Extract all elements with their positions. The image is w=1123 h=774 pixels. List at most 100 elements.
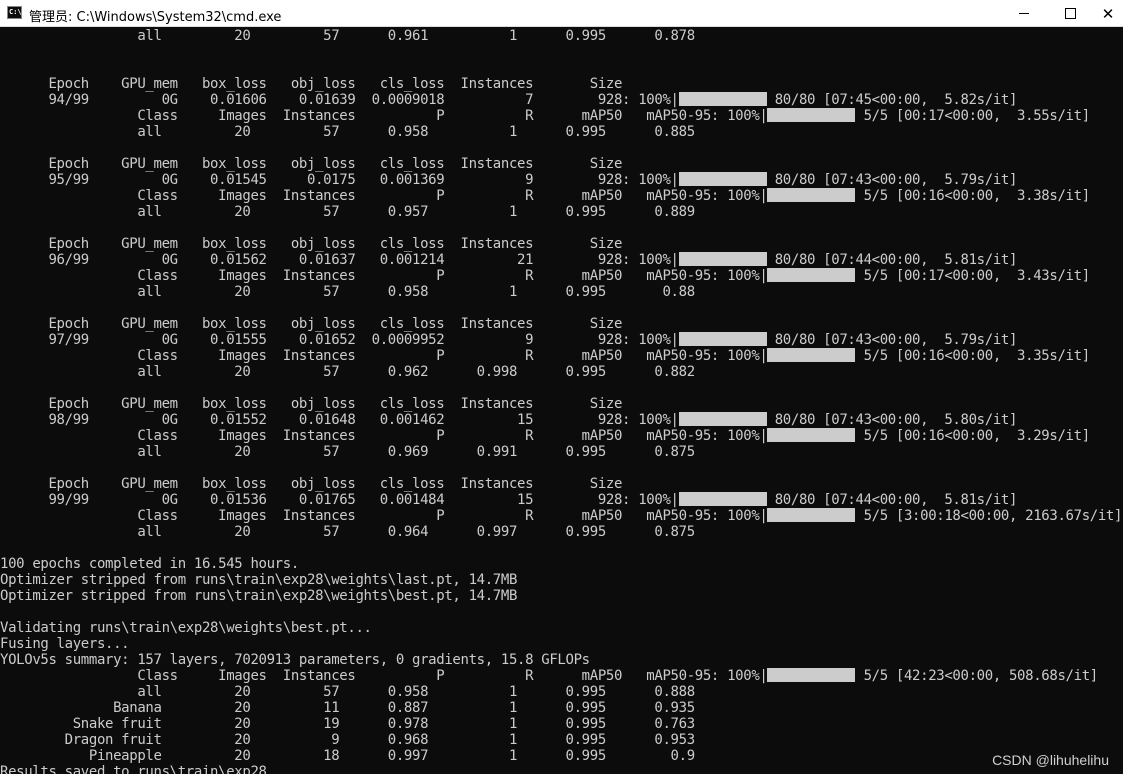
console-line: Validating runs\train\exp28\weights\best…: [0, 620, 372, 636]
progress-stats: 80/80 [07:44<00:00, 5.81s/it]: [766, 492, 1018, 508]
console-line: Banana 20 11 0.887 1 0.995 0.935: [0, 700, 695, 716]
minimize-icon: [1019, 13, 1029, 14]
console-text: all 20 57 0.958 1 0.995 0.885: [0, 124, 695, 140]
maximize-button[interactable]: [1047, 0, 1093, 27]
console-text: all 20 57 0.957 1 0.995 0.889: [0, 204, 695, 220]
progress-bar: [767, 188, 856, 202]
console-line: Epoch GPU_mem box_loss obj_loss cls_loss…: [0, 156, 622, 172]
console-line: Epoch GPU_mem box_loss obj_loss cls_loss…: [0, 236, 622, 252]
console-line: Epoch GPU_mem box_loss obj_loss cls_loss…: [0, 476, 622, 492]
console-text: Class Images Instances P R mAP50 mAP50-9…: [0, 188, 768, 204]
progress-bar: [678, 92, 767, 106]
progress-bar: [767, 428, 856, 442]
console-line: 96/99 0G 0.01562 0.01637 0.001214 21 928…: [0, 252, 1017, 268]
console-text: Epoch GPU_mem box_loss obj_loss cls_loss…: [0, 236, 623, 252]
console-line: 95/99 0G 0.01545 0.0175 0.001369 9 928: …: [0, 172, 1017, 188]
console-text: Class Images Instances P R mAP50 mAP50-9…: [0, 108, 768, 124]
console-text: Optimizer stripped from runs\train\exp28…: [0, 588, 518, 604]
progress-stats: 5/5 [00:17<00:00, 3.43s/it]: [855, 268, 1091, 284]
progress-bar: [678, 172, 767, 186]
progress-stats: 5/5 [00:16<00:00, 3.38s/it]: [855, 188, 1091, 204]
console-line: all 20 57 0.958 1 0.995 0.888: [0, 684, 695, 700]
progress-stats: 5/5 [00:17<00:00, 3.55s/it]: [855, 108, 1091, 124]
console-line: all 20 57 0.961 1 0.995 0.878: [0, 28, 695, 44]
progress-stats: 80/80 [07:43<00:00, 5.80s/it]: [766, 412, 1018, 428]
console-line: Epoch GPU_mem box_loss obj_loss cls_loss…: [0, 76, 622, 92]
console-text: all 20 57 0.964 0.997 0.995 0.875: [0, 524, 695, 540]
console-line: Class Images Instances P R mAP50 mAP50-9…: [0, 508, 1122, 524]
console-text: Epoch GPU_mem box_loss obj_loss cls_loss…: [0, 316, 623, 332]
progress-bar: [767, 268, 856, 282]
progress-stats: 5/5 [3:00:18<00:00, 2163.67s/it]: [855, 508, 1123, 524]
console-text: Epoch GPU_mem box_loss obj_loss cls_loss…: [0, 156, 623, 172]
console-text: 100 epochs completed in 16.545 hours.: [0, 556, 299, 572]
console-line: Epoch GPU_mem box_loss obj_loss cls_loss…: [0, 396, 622, 412]
console-text: 94/99 0G 0.01606 0.01639 0.0009018 7 928…: [0, 92, 679, 108]
progress-stats: 80/80 [07:45<00:00, 5.82s/it]: [766, 92, 1018, 108]
console-text: Dragon fruit 20 9 0.968 1 0.995 0.953: [0, 732, 696, 748]
console-line: Optimizer stripped from runs\train\exp28…: [0, 588, 517, 604]
console-text: 95/99 0G 0.01545 0.0175 0.001369 9 928: …: [0, 172, 679, 188]
console-text: Class Images Instances P R mAP50 mAP50-9…: [0, 348, 768, 364]
console-text: Optimizer stripped from runs\train\exp28…: [0, 572, 518, 588]
console-line: all 20 57 0.962 0.998 0.995 0.882: [0, 364, 695, 380]
window-title: 管理员: C:\Windows\System32\cmd.exe: [29, 10, 282, 25]
progress-stats: 5/5 [00:16<00:00, 3.29s/it]: [855, 428, 1091, 444]
close-button[interactable]: ✕: [1093, 0, 1123, 27]
console-line: Snake fruit 20 19 0.978 1 0.995 0.763: [0, 716, 695, 732]
console-text: 99/99 0G 0.01536 0.01765 0.001484 15 928…: [0, 492, 679, 508]
console-text: all 20 57 0.962 0.998 0.995 0.882: [0, 364, 695, 380]
console-line: Class Images Instances P R mAP50 mAP50-9…: [0, 108, 1090, 124]
console-line: YOLOv5s summary: 157 layers, 7020913 par…: [0, 652, 590, 668]
console-line: 98/99 0G 0.01552 0.01648 0.001462 15 928…: [0, 412, 1017, 428]
progress-stats: 80/80 [07:43<00:00, 5.79s/it]: [766, 332, 1018, 348]
console-output[interactable]: all 20 57 0.961 1 0.995 0.878 Epoch GPU_…: [0, 27, 1123, 774]
progress-bar: [678, 252, 767, 266]
console-text: Results saved to runs\train\exp28: [0, 764, 267, 774]
console-line: all 20 57 0.957 1 0.995 0.889: [0, 204, 695, 220]
console-line: Class Images Instances P R mAP50 mAP50-9…: [0, 188, 1090, 204]
progress-stats: 5/5 [00:16<00:00, 3.35s/it]: [855, 348, 1091, 364]
console-line: Optimizer stripped from runs\train\exp28…: [0, 572, 517, 588]
progress-stats: 80/80 [07:43<00:00, 5.79s/it]: [766, 172, 1018, 188]
console-text: Class Images Instances P R mAP50 mAP50-9…: [0, 508, 768, 524]
console-line: 97/99 0G 0.01555 0.01652 0.0009952 9 928…: [0, 332, 1017, 348]
maximize-icon: [1064, 8, 1076, 19]
console-text: all 20 57 0.958 1 0.995 0.88: [0, 284, 695, 300]
progress-stats: 5/5 [42:23<00:00, 508.68s/it]: [855, 668, 1099, 684]
console-text: Fusing layers...: [0, 636, 130, 652]
console-line: 100 epochs completed in 16.545 hours.: [0, 556, 299, 572]
console-text: Epoch GPU_mem box_loss obj_loss cls_loss…: [0, 396, 623, 412]
console-line: Class Images Instances P R mAP50 mAP50-9…: [0, 348, 1090, 364]
console-text: Banana 20 11 0.887 1 0.995 0.935: [0, 700, 695, 716]
console-line: 99/99 0G 0.01536 0.01765 0.001484 15 928…: [0, 492, 1017, 508]
console-text: 96/99 0G 0.01562 0.01637 0.001214 21 928…: [0, 252, 679, 268]
minimize-button[interactable]: [1001, 0, 1047, 27]
console-text: YOLOv5s summary: 157 layers, 7020913 par…: [0, 652, 590, 668]
console-line: all 20 57 0.964 0.997 0.995 0.875: [0, 524, 695, 540]
console-text: Snake fruit 20 19 0.978 1 0.995 0.763: [0, 716, 695, 732]
console-line: Dragon fruit 20 9 0.968 1 0.995 0.953: [0, 732, 696, 748]
console-text: Epoch GPU_mem box_loss obj_loss cls_loss…: [0, 476, 623, 492]
title-bar: C:\ 管理员: C:\Windows\System32\cmd.exe ✕: [0, 0, 1123, 27]
progress-bar: [767, 108, 856, 122]
console-text: all 20 57 0.958 1 0.995 0.888: [0, 684, 695, 700]
console-line: 94/99 0G 0.01606 0.01639 0.0009018 7 928…: [0, 92, 1017, 108]
console-text: all 20 57 0.969 0.991 0.995 0.875: [0, 444, 695, 460]
progress-stats: 80/80 [07:44<00:00, 5.81s/it]: [766, 252, 1018, 268]
console-line: Fusing layers...: [0, 636, 130, 652]
console-text: all 20 57 0.961 1 0.995 0.878: [0, 28, 695, 44]
console-line: all 20 57 0.958 1 0.995 0.885: [0, 124, 695, 140]
progress-bar: [767, 508, 856, 522]
watermark: CSDN @lihuhelihu: [992, 752, 1109, 768]
console-line: all 20 57 0.969 0.991 0.995 0.875: [0, 444, 695, 460]
console-line: Epoch GPU_mem box_loss obj_loss cls_loss…: [0, 316, 622, 332]
console-text: Epoch GPU_mem box_loss obj_loss cls_loss…: [0, 76, 623, 92]
console-line: Class Images Instances P R mAP50 mAP50-9…: [0, 668, 1098, 684]
console-line: all 20 57 0.958 1 0.995 0.88: [0, 284, 695, 300]
console-line: Pineapple 20 18 0.997 1 0.995 0.9: [0, 748, 695, 764]
console-line: Class Images Instances P R mAP50 mAP50-9…: [0, 428, 1090, 444]
progress-bar: [678, 332, 767, 346]
console-line: Class Images Instances P R mAP50 mAP50-9…: [0, 268, 1090, 284]
cmd-icon: C:\: [7, 6, 22, 19]
